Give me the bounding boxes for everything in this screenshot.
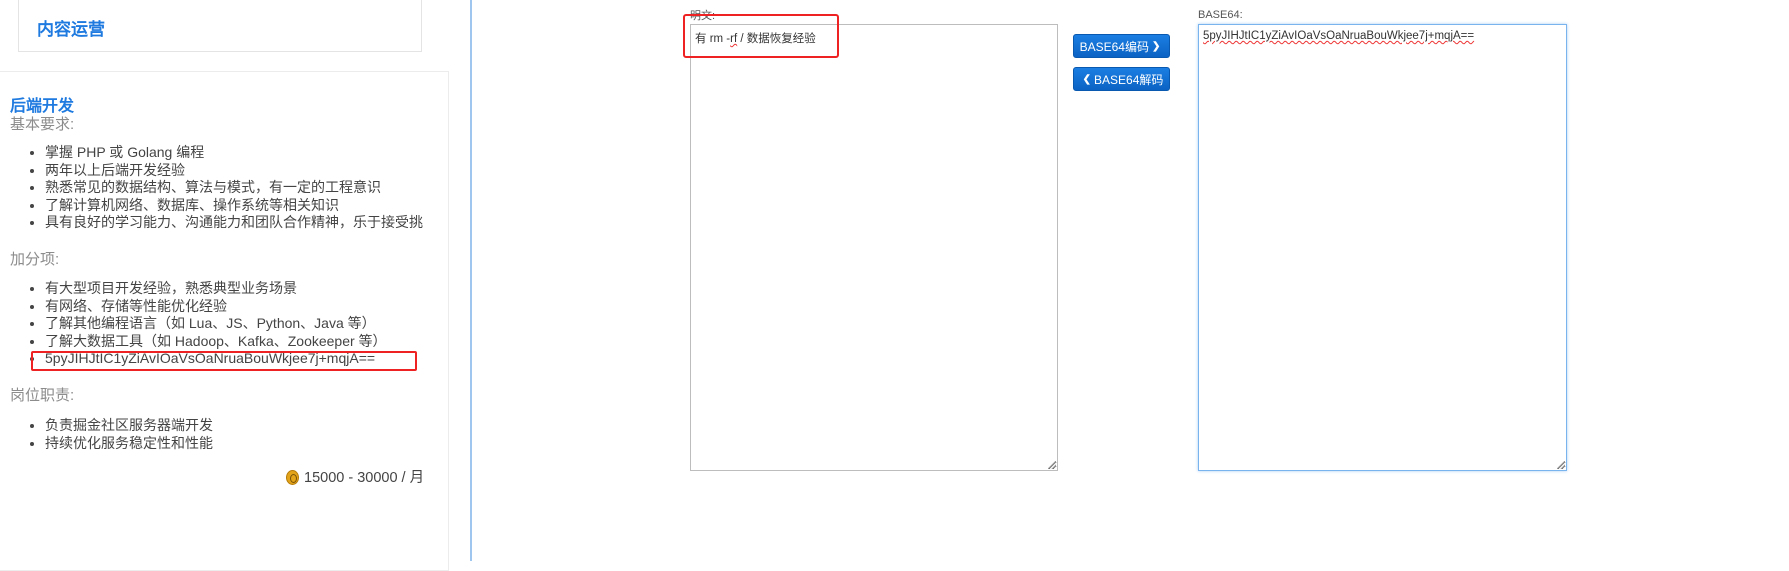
job-card-content-ops: 内容运营 — [18, 0, 422, 52]
list-item: 了解计算机网络、数据库、操作系统等相关知识 — [45, 197, 423, 215]
list-item: 持续优化服务稳定性和性能 — [45, 435, 213, 453]
base64-text: 5pyJIHJtIC1yZiAvIOaVsOaNruaBouWkjee7j+mq… — [1203, 30, 1475, 42]
list-item: 熟悉常见的数据结构、算法与模式，有一定的工程意识 — [45, 179, 423, 197]
base64-textarea[interactable]: 5pyJIHJtIC1yZiAvIOaVsOaNruaBouWkjee7j+mq… — [1198, 24, 1567, 471]
salary: 15000 - 30000 / 月 — [286, 466, 424, 487]
job-title-content-ops[interactable]: 内容运营 — [37, 15, 105, 40]
plain-textarea[interactable]: 有 rm -rf / 数据恢复经验 — [690, 24, 1058, 471]
encode-label: BASE64编码 — [1079, 39, 1149, 54]
highlight-box-plain — [683, 14, 839, 58]
chevron-right-icon: ❯ — [1151, 40, 1161, 52]
list-item: 有网络、存储等性能优化经验 — [45, 298, 387, 316]
list-item: 掌握 PHP 或 Golang 编程 — [45, 144, 423, 162]
base64-label: BASE64: — [1198, 9, 1243, 21]
decode-label: BASE64解码 — [1094, 72, 1164, 87]
list-item: 有大型项目开发经验，熟悉典型业务场景 — [45, 280, 387, 298]
bonus-heading: 加分项: — [10, 251, 60, 268]
base64-encode-button[interactable]: BASE64编码 ❯ — [1073, 34, 1170, 58]
salary-text: 15000 - 30000 / 月 — [304, 470, 425, 486]
list-item: 了解大数据工具（如 Hadoop、Kafka、Zookeeper 等） — [45, 333, 387, 351]
job-card-backend: 后端开发 基本要求: 掌握 PHP 或 Golang 编程 两年以上后端开发经验… — [0, 71, 449, 571]
chevron-left-icon: ❮ — [1082, 73, 1091, 85]
list-item: 具有良好的学习能力、沟通能力和团队合作精神，乐于接受挑 — [45, 214, 423, 232]
list-item: 两年以上后端开发经验 — [45, 162, 423, 180]
base64-decode-button[interactable]: ❮ BASE64解码 — [1073, 67, 1170, 91]
money-bag-icon — [286, 470, 299, 485]
duties-list: 负责掘金社区服务器端开发 持续优化服务稳定性和性能 — [0, 417, 213, 452]
list-item: 负责掘金社区服务器端开发 — [45, 417, 213, 435]
list-item: 了解其他编程语言（如 Lua、JS、Python、Java 等） — [45, 315, 387, 333]
requirements-list: 掌握 PHP 或 Golang 编程 两年以上后端开发经验 熟悉常见的数据结构、… — [0, 144, 423, 232]
divider — [470, 0, 472, 561]
duties-heading: 岗位职责: — [10, 387, 75, 404]
requirements-heading: 基本要求: — [10, 116, 75, 133]
highlight-box-encoded — [31, 351, 417, 371]
